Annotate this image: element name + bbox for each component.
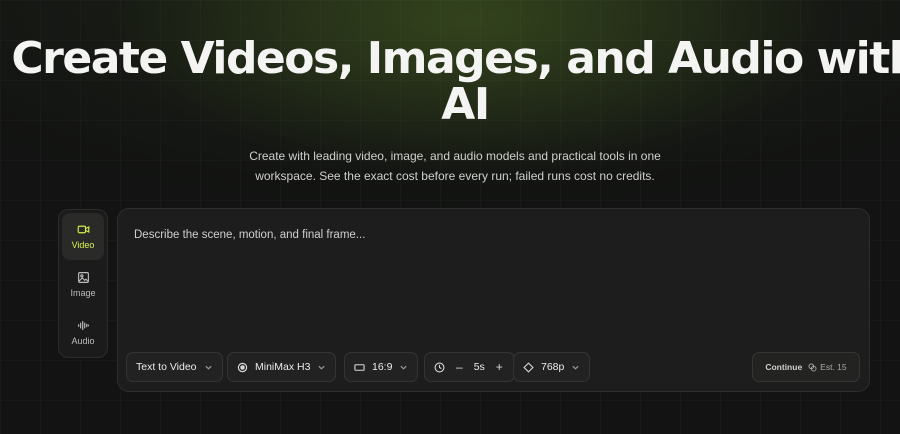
diamond-icon xyxy=(523,361,534,373)
chevron-down-icon xyxy=(400,365,408,370)
rail-item-audio[interactable]: Audio xyxy=(62,309,104,356)
rail-item-video[interactable]: Video xyxy=(62,213,104,260)
duration-value: 5s xyxy=(473,361,485,373)
clock-icon xyxy=(434,362,445,372)
model-logo-icon xyxy=(237,362,248,372)
aspect-ratio-select[interactable]: 16:9 xyxy=(344,352,419,382)
hero-subtitle: Create with leading video, image, and au… xyxy=(249,149,661,183)
model-select-value: MiniMax H3 xyxy=(255,361,311,373)
chevron-down-icon xyxy=(572,365,579,370)
coins-icon xyxy=(808,363,817,371)
rail-item-label: Audio xyxy=(71,336,95,346)
duration-stepper: – 5s + xyxy=(424,352,515,382)
image-icon xyxy=(77,272,89,283)
mode-rail: Video Image Audio xyxy=(58,209,108,358)
model-select[interactable]: MiniMax H3 xyxy=(227,352,337,382)
chevron-down-icon xyxy=(318,365,326,370)
audio-wave-icon xyxy=(77,320,89,331)
continue-button[interactable]: Continue Est. 15 xyxy=(752,352,860,382)
duration-increase-button[interactable]: + xyxy=(494,361,505,373)
rail-item-image[interactable]: Image xyxy=(62,261,104,308)
duration-decrease-button[interactable]: – xyxy=(454,361,465,373)
aspect-ratio-icon xyxy=(354,363,365,371)
aspect-ratio-value: 16:9 xyxy=(372,361,393,373)
mode-select[interactable]: Text to Video xyxy=(126,352,223,382)
hero-title: Create Videos, Images, and Audio with AI xyxy=(11,33,900,130)
rail-item-label: Video xyxy=(71,240,95,250)
video-camera-icon xyxy=(77,225,89,234)
credit-estimate: Est. 15 xyxy=(808,362,847,372)
prompt-composer: Text to Video MiniMax H3 16:9 – 5s + 768… xyxy=(117,208,870,392)
rail-item-label: Image xyxy=(70,288,96,298)
resolution-value: 768p xyxy=(541,361,565,373)
continue-label: Continue xyxy=(765,362,803,372)
credit-estimate-value: Est. 15 xyxy=(820,362,847,372)
mode-select-value: Text to Video xyxy=(136,361,197,373)
chevron-down-icon xyxy=(204,365,212,370)
resolution-select[interactable]: 768p xyxy=(513,352,591,382)
prompt-input[interactable] xyxy=(134,229,834,241)
